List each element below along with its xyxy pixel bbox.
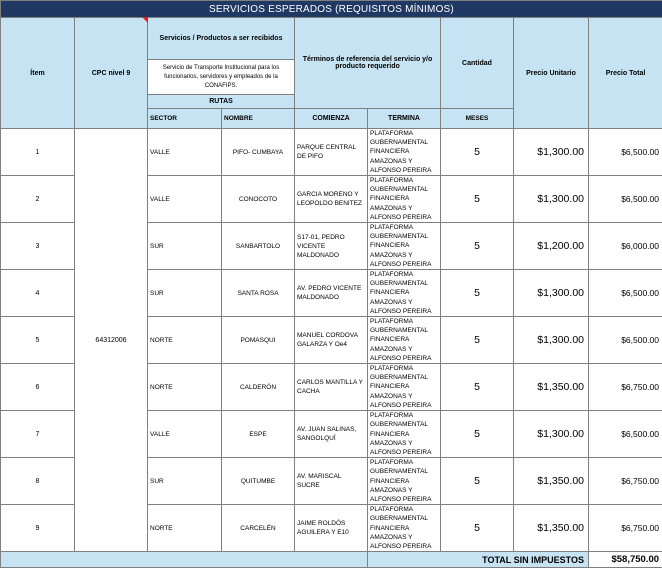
- item-cell: 4: [1, 270, 75, 317]
- table-row: 164312006VALLEPIFO- CUMBAYAPARQUE CENTRA…: [1, 129, 662, 176]
- header-item: Ítem: [1, 18, 75, 129]
- header-nombre: NOMBRE: [222, 109, 295, 129]
- precio-unitario-cell: $1,300.00: [514, 270, 589, 317]
- precio-unitario-cell: $1,200.00: [514, 223, 589, 270]
- termina-cell: PLATAFORMA GUBERNAMENTAL FINANCIERA AMAZ…: [368, 458, 441, 505]
- footer-total-label: TOTAL SIN IMPUESTOS: [368, 552, 589, 568]
- nombre-cell: QUITUMBE: [222, 458, 295, 505]
- precio-total-cell: $6,500.00: [589, 411, 662, 458]
- header-termina: TERMINA: [368, 109, 441, 129]
- header-cantidad: Cantidad: [441, 18, 514, 109]
- comienza-cell: PARQUE CENTRAL DE PIFO: [295, 129, 368, 176]
- item-cell: 6: [1, 364, 75, 411]
- termina-cell: PLATAFORMA GUBERNAMENTAL FINANCIERA AMAZ…: [368, 505, 441, 552]
- comienza-cell: AV. JUAN SALINAS, SANGOLQUÍ: [295, 411, 368, 458]
- termina-cell: PLATAFORMA GUBERNAMENTAL FINANCIERA AMAZ…: [368, 270, 441, 317]
- comienza-cell: AV. PEDRO VICENTE MALDONADO: [295, 270, 368, 317]
- comienza-cell: S17-01, PEDRO VICENTE MALDONADO: [295, 223, 368, 270]
- cpc-cell: 64312006: [75, 129, 148, 552]
- termina-cell: PLATAFORMA GUBERNAMENTAL FINANCIERA AMAZ…: [368, 364, 441, 411]
- precio-total-cell: $6,750.00: [589, 364, 662, 411]
- termina-cell: PLATAFORMA GUBERNAMENTAL FINANCIERA AMAZ…: [368, 176, 441, 223]
- sector-cell: SUR: [148, 223, 222, 270]
- table-title: SERVICIOS ESPERADOS (REQUISITOS MÍNIMOS): [1, 1, 662, 18]
- comienza-cell: MANUEL CORDOVA GALARZA Y Oe4: [295, 317, 368, 364]
- item-cell: 2: [1, 176, 75, 223]
- precio-total-cell: $6,000.00: [589, 223, 662, 270]
- header-rutas: RUTAS: [148, 95, 295, 109]
- nombre-cell: CALDERÓN: [222, 364, 295, 411]
- header-servicios: Servicios / Productos a ser recibidos: [148, 18, 295, 60]
- cantidad-cell: 5: [441, 505, 514, 552]
- cantidad-cell: 5: [441, 176, 514, 223]
- sector-cell: NORTE: [148, 317, 222, 364]
- sector-cell: VALLE: [148, 176, 222, 223]
- servicios-description: Servicio de Transporte Institucional par…: [148, 60, 295, 95]
- precio-total-cell: $6,500.00: [589, 270, 662, 317]
- precio-unitario-cell: $1,350.00: [514, 458, 589, 505]
- precio-total-cell: $6,750.00: [589, 505, 662, 552]
- termina-cell: PLATAFORMA GUBERNAMENTAL FINANCIERA AMAZ…: [368, 129, 441, 176]
- item-cell: 5: [1, 317, 75, 364]
- cantidad-cell: 5: [441, 317, 514, 364]
- termina-cell: PLATAFORMA GUBERNAMENTAL FINANCIERA AMAZ…: [368, 411, 441, 458]
- sector-cell: NORTE: [148, 364, 222, 411]
- comment-marker-icon: [142, 17, 148, 23]
- comienza-cell: JAIME ROLDÓS AGUILERA Y E10: [295, 505, 368, 552]
- item-cell: 8: [1, 458, 75, 505]
- nombre-cell: SANTA ROSA: [222, 270, 295, 317]
- header-terminos: Términos de referencia del servicio y/o …: [295, 18, 441, 109]
- precio-total-cell: $6,750.00: [589, 458, 662, 505]
- nombre-cell: CONOCOTO: [222, 176, 295, 223]
- nombre-cell: CARCELÉN: [222, 505, 295, 552]
- header-meses: MESES: [441, 109, 514, 129]
- item-cell: 7: [1, 411, 75, 458]
- comienza-cell: CARLOS MANTILLA Y CACHA: [295, 364, 368, 411]
- sector-cell: SUR: [148, 458, 222, 505]
- sector-cell: NORTE: [148, 505, 222, 552]
- footer-total-value: $58,750.00: [589, 552, 662, 568]
- item-cell: 9: [1, 505, 75, 552]
- precio-total-cell: $6,500.00: [589, 176, 662, 223]
- precio-unitario-cell: $1,300.00: [514, 411, 589, 458]
- precio-unitario-cell: $1,350.00: [514, 505, 589, 552]
- sector-cell: VALLE: [148, 411, 222, 458]
- precio-unitario-cell: $1,350.00: [514, 364, 589, 411]
- precio-unitario-cell: $1,300.00: [514, 176, 589, 223]
- header-cpc: CPC nivel 9: [75, 18, 148, 129]
- termina-cell: PLATAFORMA GUBERNAMENTAL FINANCIERA AMAZ…: [368, 223, 441, 270]
- item-cell: 3: [1, 223, 75, 270]
- cantidad-cell: 5: [441, 270, 514, 317]
- sector-cell: SUR: [148, 270, 222, 317]
- sector-cell: VALLE: [148, 129, 222, 176]
- nombre-cell: POMASQUI: [222, 317, 295, 364]
- precio-total-cell: $6,500.00: [589, 317, 662, 364]
- footer-spacer: [1, 552, 368, 568]
- services-table: SERVICIOS ESPERADOS (REQUISITOS MÍNIMOS)…: [0, 0, 662, 568]
- precio-total-cell: $6,500.00: [589, 129, 662, 176]
- header-precio-unitario: Precio Unitario: [514, 18, 589, 129]
- nombre-cell: SANBARTOLO: [222, 223, 295, 270]
- nombre-cell: ESPE: [222, 411, 295, 458]
- termina-cell: PLATAFORMA GUBERNAMENTAL FINANCIERA AMAZ…: [368, 317, 441, 364]
- comienza-cell: AV. MARISCAL SUCRE: [295, 458, 368, 505]
- header-comienza: COMIENZA: [295, 109, 368, 129]
- cantidad-cell: 5: [441, 364, 514, 411]
- cantidad-cell: 5: [441, 129, 514, 176]
- item-cell: 1: [1, 129, 75, 176]
- precio-unitario-cell: $1,300.00: [514, 317, 589, 364]
- header-precio-total: Precio Total: [589, 18, 662, 129]
- cantidad-cell: 5: [441, 223, 514, 270]
- nombre-cell: PIFO- CUMBAYA: [222, 129, 295, 176]
- precio-unitario-cell: $1,300.00: [514, 129, 589, 176]
- cantidad-cell: 5: [441, 458, 514, 505]
- cantidad-cell: 5: [441, 411, 514, 458]
- header-sector: SECTOR: [148, 109, 222, 129]
- comienza-cell: GARCIA MORENO Y LEOPOLDO BENITEZ: [295, 176, 368, 223]
